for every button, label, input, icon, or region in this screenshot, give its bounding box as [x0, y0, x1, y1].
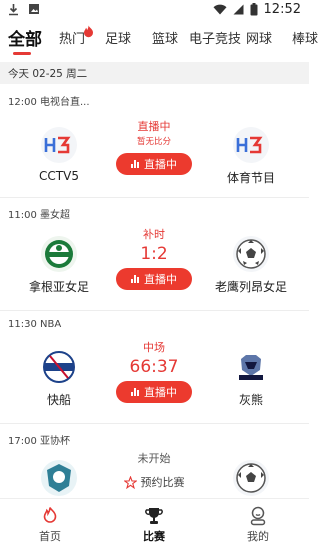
star-icon [123, 475, 137, 489]
soccer-ball-icon [233, 460, 269, 496]
date-label: 今天 02-25 周二 [8, 68, 88, 80]
nav-matches[interactable]: 比赛 [124, 506, 184, 544]
match-header: 12:00 电视台直... [8, 97, 90, 108]
home-team-name: CCTV5 [39, 169, 79, 183]
image-icon [29, 4, 39, 14]
nav-home[interactable]: 首页 [20, 506, 80, 544]
status-bar: 12:52 [0, 0, 309, 22]
flame-home-icon [43, 507, 57, 523]
sports-channel-logo [233, 127, 269, 163]
home-team-name: 拿根亚女足 [28, 280, 89, 294]
soccer-ball-icon [233, 236, 269, 272]
battery-icon [250, 3, 258, 16]
date-header: 今天 02-25 周二 [0, 62, 309, 84]
tab-football[interactable]: 足球 [105, 28, 131, 47]
live-button-label: 直播中 [144, 273, 177, 286]
wifi-icon [213, 4, 227, 15]
bottom-navigation: 首页 比赛 我的 [0, 498, 309, 550]
away-team[interactable]: 老鹰列昂女足 [201, 236, 301, 295]
live-bars-icon [131, 275, 139, 283]
clippers-logo [41, 349, 77, 385]
profile-face-icon [250, 506, 266, 526]
match-status: 直播中 [137, 120, 171, 133]
match-status-block: 补时 1:2 直播中 [104, 226, 204, 290]
away-team-name: 老鹰列昂女足 [214, 280, 287, 294]
home-team[interactable]: 拿根亚女足 [9, 236, 109, 295]
away-team[interactable]: 体育节目 [201, 127, 301, 186]
match-status: 未开始 [137, 452, 171, 465]
match-status-block: 未开始 预约比赛 [104, 450, 204, 490]
tab-basketball[interactable]: 篮球 [152, 28, 178, 47]
tab-esports[interactable]: 电子竞技 [189, 28, 241, 47]
nav-matches-label: 比赛 [143, 530, 165, 543]
category-tabs: 全部 热门 足球 篮球 电子竞技 网球 棒球 [0, 25, 318, 60]
tab-baseball[interactable]: 棒球 [292, 28, 318, 47]
match-status: 补时 [143, 228, 165, 241]
match-status-block: 直播中 暂无比分 直播中 [104, 118, 204, 175]
away-team-name: 体育节目 [226, 171, 275, 185]
match-card[interactable]: 17:00 亚协杯 未开始 预约比赛 [0, 424, 309, 498]
nav-profile[interactable]: 我的 [228, 506, 288, 544]
match-card[interactable]: 12:00 电视台直... CCTV5 直播中 暂无比分 直播中 体育节目 [0, 85, 309, 198]
signal-icon [233, 4, 244, 15]
team-crest-icon [41, 460, 77, 496]
match-score: 66:37 [129, 357, 179, 377]
home-team-name: 快船 [46, 393, 71, 407]
reserve-label: 预约比赛 [140, 476, 185, 489]
download-icon [9, 4, 18, 16]
match-card[interactable]: 11:00 墨女超 拿根亚女足 补时 1:2 直播中 老鹰列昂女足 [0, 198, 309, 311]
santos-laguna-logo [41, 236, 77, 272]
live-button[interactable]: 直播中 [116, 153, 192, 175]
reserve-button[interactable]: 预约比赛 [104, 474, 204, 490]
home-team[interactable] [9, 460, 109, 496]
match-card[interactable]: 11:30 NBA 快船 中场 66:37 直播中 灰熊 [0, 311, 309, 424]
match-header: 11:30 NBA [8, 319, 62, 330]
live-button-label: 直播中 [144, 158, 177, 171]
match-score: 1:2 [140, 244, 168, 264]
away-team-name: 灰熊 [238, 393, 263, 407]
tab-all[interactable]: 全部 [8, 25, 42, 50]
match-header: 17:00 亚协杯 [8, 436, 70, 447]
away-team[interactable]: 灰熊 [201, 349, 301, 408]
match-header: 11:00 墨女超 [8, 210, 70, 221]
score-note: 暂无比分 [136, 137, 171, 147]
grizzlies-logo [233, 349, 269, 385]
cctv5-logo [41, 127, 77, 163]
live-button[interactable]: 直播中 [116, 268, 192, 290]
match-status: 中场 [143, 341, 165, 354]
tab-tennis[interactable]: 网球 [246, 28, 272, 47]
live-button[interactable]: 直播中 [116, 381, 192, 403]
hot-flame-icon [84, 25, 93, 38]
active-tab-indicator [13, 52, 31, 55]
trophy-icon [145, 508, 163, 524]
status-time: 12:52 [263, 2, 301, 17]
nav-profile-label: 我的 [247, 530, 269, 543]
nav-home-label: 首页 [39, 530, 61, 543]
away-team[interactable] [201, 460, 301, 496]
home-team[interactable]: CCTV5 [9, 127, 109, 183]
match-status-block: 中场 66:37 直播中 [104, 339, 204, 403]
home-team[interactable]: 快船 [9, 349, 109, 408]
live-bars-icon [131, 160, 139, 168]
live-button-label: 直播中 [144, 386, 177, 399]
live-bars-icon [131, 388, 139, 396]
